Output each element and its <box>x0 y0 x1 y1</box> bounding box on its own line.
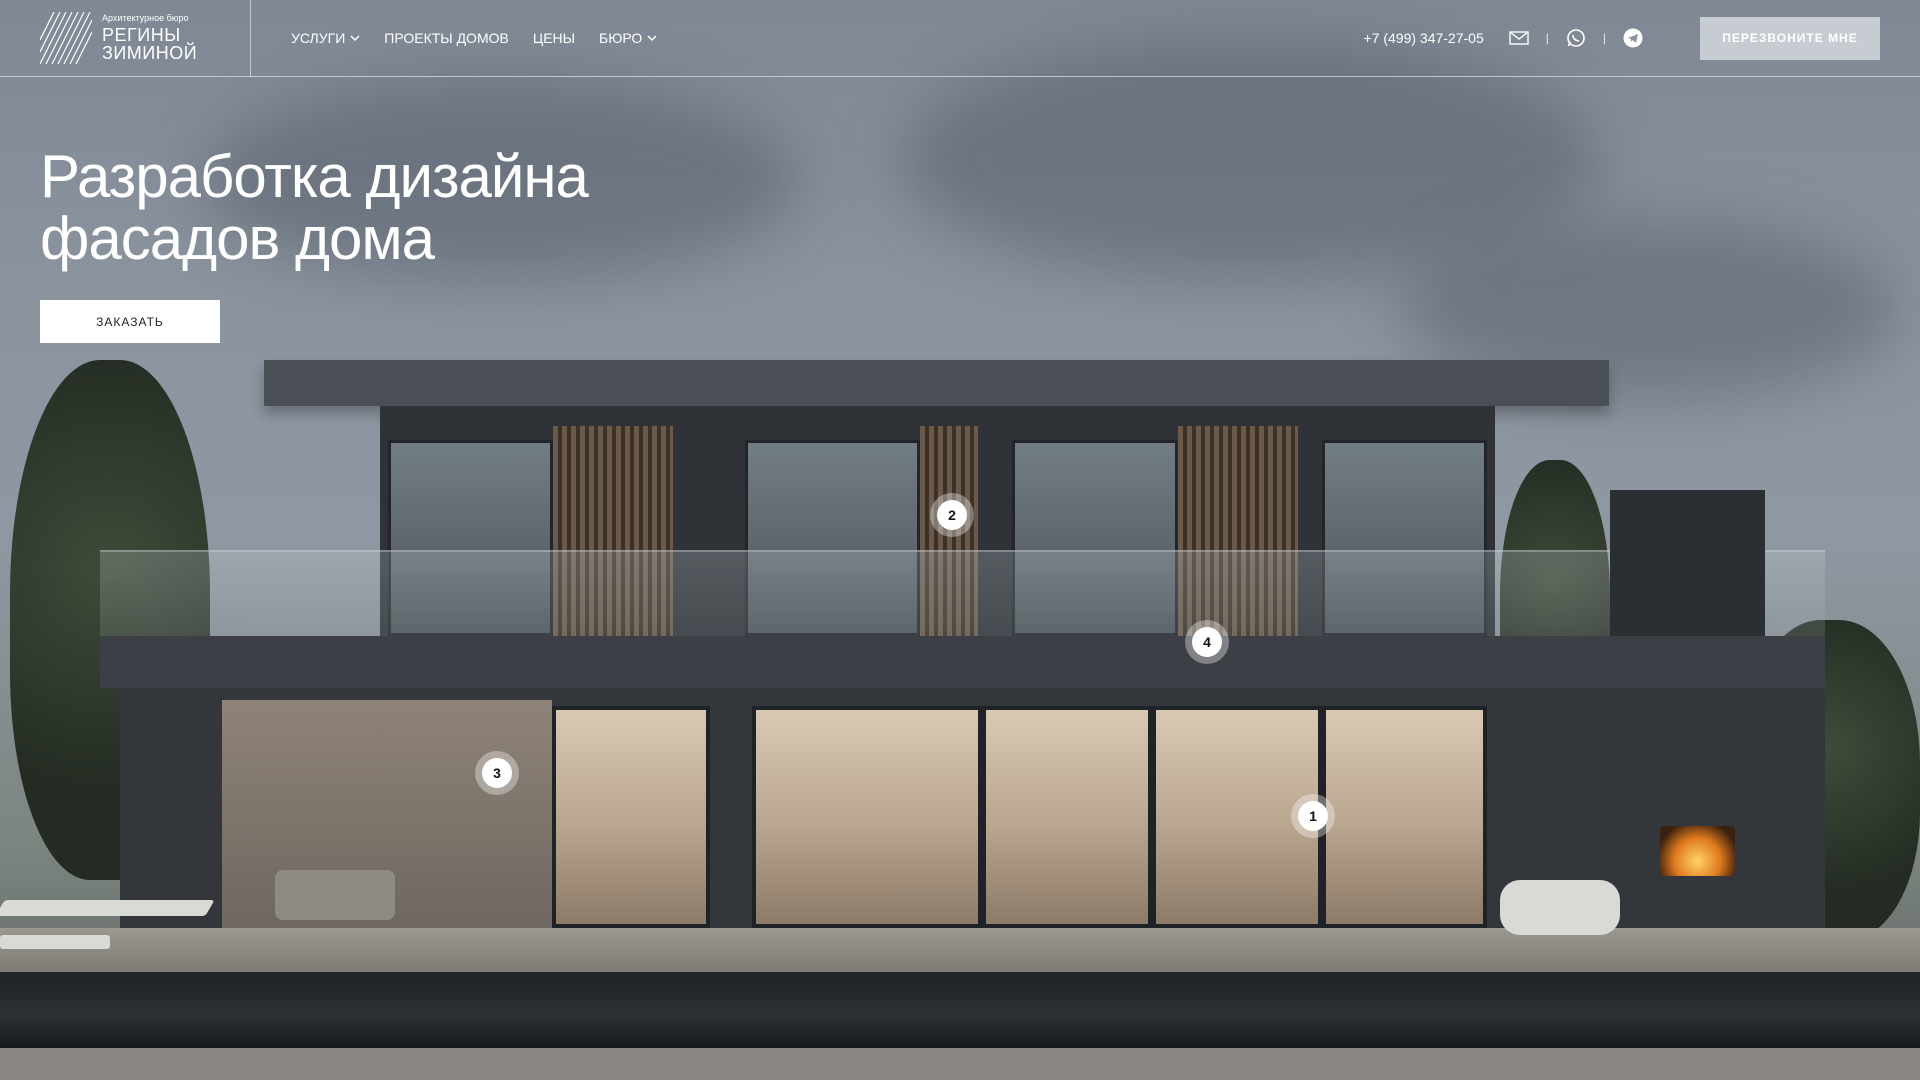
hotspot-number: 1 <box>1298 801 1328 831</box>
logo-name-line2: ЗИМИНОЙ <box>102 43 198 63</box>
callback-button[interactable]: ПЕРЕЗВОНИТЕ МНЕ <box>1700 16 1880 60</box>
chevron-down-icon <box>647 35 657 42</box>
title-line-1: Разработка дизайна <box>40 143 589 210</box>
logo-tagline: Архитектурное бюро <box>102 13 189 23</box>
page-title: Разработка дизайна фасадов дома <box>40 146 740 270</box>
mail-icon[interactable] <box>1508 27 1530 49</box>
nav-item-label: ПРОЕКТЫ ДОМОВ <box>384 30 509 46</box>
logo-text: Архитектурное бюро РЕГИНЫ ЗИМИНОЙ <box>102 13 198 63</box>
nav-item-label: ЦЕНЫ <box>532 30 576 46</box>
nav-item-label: БЮРО <box>599 30 643 46</box>
main-nav: УСЛУГИ ПРОЕКТЫ ДОМОВ ЦЕНЫ БЮРО <box>251 30 657 46</box>
chevron-down-icon <box>350 35 360 42</box>
hotspot-2[interactable]: 2 <box>930 493 974 537</box>
hotspot-number: 3 <box>482 758 512 788</box>
logo-name-line1: РЕГИНЫ <box>102 25 181 45</box>
header-contacts: +7 (499) 347-27-05 | | ПЕРЕЗВОНИТЕ МНЕ <box>1363 16 1920 60</box>
whatsapp-icon[interactable] <box>1565 27 1587 49</box>
title-line-2: фасадов дома <box>40 205 435 272</box>
hotspot-number: 4 <box>1192 627 1222 657</box>
phone-link[interactable]: +7 (499) 347-27-05 <box>1363 30 1483 46</box>
site-header: Архитектурное бюро РЕГИНЫ ЗИМИНОЙ УСЛУГИ… <box>0 0 1920 77</box>
hotspot-3[interactable]: 3 <box>475 751 519 795</box>
hotspot-1[interactable]: 1 <box>1291 794 1335 838</box>
nav-item-house-projects[interactable]: ПРОЕКТЫ ДОМОВ <box>384 30 509 46</box>
order-button[interactable]: ЗАКАЗАТЬ <box>40 300 220 343</box>
separator: | <box>1545 31 1549 45</box>
separator: | <box>1602 31 1606 45</box>
nav-item-bureau[interactable]: БЮРО <box>599 30 657 46</box>
logo[interactable]: Архитектурное бюро РЕГИНЫ ЗИМИНОЙ <box>0 0 251 77</box>
nav-item-services[interactable]: УСЛУГИ <box>291 30 360 46</box>
nav-item-label: УСЛУГИ <box>291 30 346 46</box>
hotspot-number: 2 <box>937 500 967 530</box>
hotspot-4[interactable]: 4 <box>1185 620 1229 664</box>
nav-item-prices[interactable]: ЦЕНЫ <box>533 30 575 46</box>
telegram-icon[interactable] <box>1622 27 1644 49</box>
logo-mark-icon <box>40 12 92 64</box>
